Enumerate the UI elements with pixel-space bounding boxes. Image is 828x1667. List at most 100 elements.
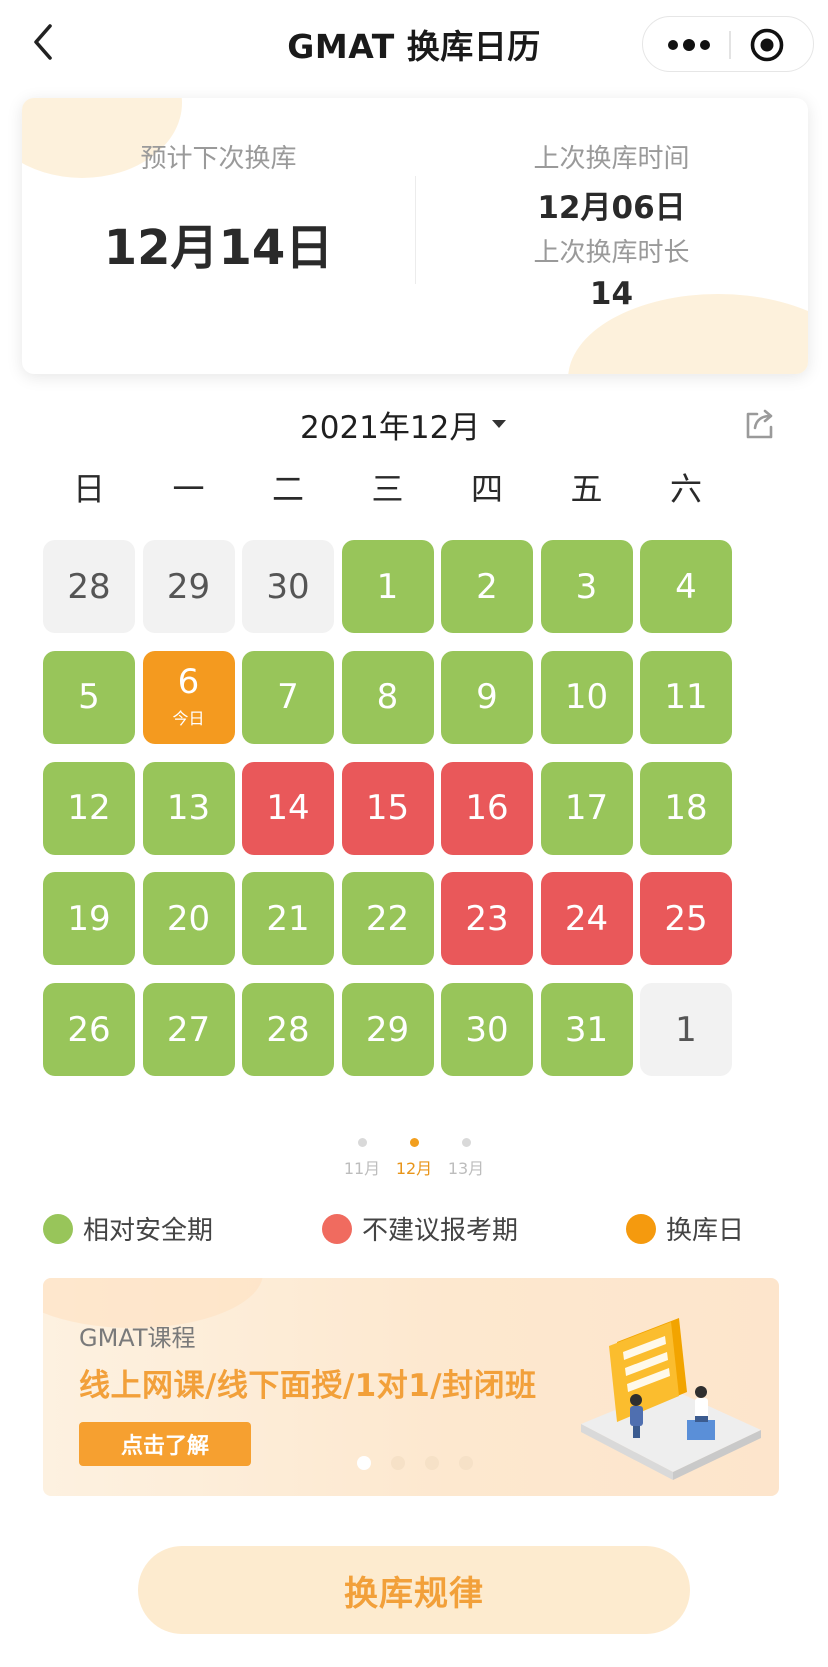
- capsule-menu: [642, 16, 814, 72]
- change-rules-button[interactable]: 换库规律: [138, 1546, 690, 1634]
- day-number: 1: [675, 1009, 697, 1050]
- calendar-day[interactable]: 31: [540, 983, 633, 1077]
- calendar-day[interactable]: 5: [43, 650, 135, 744]
- pager-label: 12月: [395, 1159, 433, 1178]
- day-number: 28: [266, 1009, 310, 1050]
- day-number: 17: [564, 788, 609, 829]
- day-number: 10: [564, 677, 609, 718]
- day-number: 30: [266, 566, 310, 607]
- day-number: 7: [277, 677, 299, 718]
- day-number: 31: [564, 1009, 609, 1050]
- calendar-day[interactable]: 18: [640, 761, 732, 855]
- weekday-header: 日 一 二 三 四 五 六: [43, 464, 779, 512]
- target-circle-icon: [750, 28, 784, 62]
- pager-item-prev[interactable]: 11月: [336, 1138, 388, 1179]
- month-label: 2021年12月: [300, 409, 481, 446]
- pager-label: 13月: [447, 1159, 485, 1178]
- calendar-day[interactable]: 2: [441, 540, 533, 633]
- banner-dot[interactable]: [459, 1456, 473, 1470]
- legend-swatch-red: [322, 1213, 352, 1244]
- calendar-day[interactable]: 12: [43, 761, 135, 855]
- calendar-day[interactable]: 22: [341, 872, 434, 966]
- calendar-day[interactable]: 9: [441, 650, 533, 744]
- more-button[interactable]: [643, 17, 729, 73]
- month-picker[interactable]: 2021年12月: [300, 402, 507, 446]
- calendar-day[interactable]: 4: [640, 540, 732, 633]
- weekday-label: 五: [570, 470, 603, 508]
- calendar-day[interactable]: 21: [242, 872, 334, 966]
- last-change-duration-label: 上次换库时长: [533, 238, 690, 268]
- calendar-day[interactable]: 3: [540, 540, 633, 633]
- share-button[interactable]: [742, 406, 778, 442]
- legend-item-avoid: 不建议报考期: [322, 1210, 518, 1247]
- calendar-day[interactable]: 7: [242, 650, 334, 744]
- calendar-day[interactable]: 29: [341, 983, 434, 1077]
- banner-title: 线上网课/线下面授/1对1/封闭班: [79, 1368, 537, 1404]
- learn-more-button[interactable]: 点击了解: [79, 1422, 251, 1466]
- day-number: 21: [266, 898, 310, 939]
- classroom-illustration: [581, 1318, 761, 1480]
- calendar-day[interactable]: 8: [341, 650, 434, 744]
- day-number: 6: [177, 662, 200, 703]
- pager-dot: [357, 1138, 367, 1147]
- pager-dot: [409, 1138, 419, 1147]
- calendar-day[interactable]: 20: [142, 872, 235, 966]
- caret-down-icon: [492, 420, 507, 428]
- calendar-day[interactable]: 25: [640, 872, 732, 966]
- legend-swatch-green: [43, 1213, 73, 1244]
- day-number: 23: [465, 898, 509, 939]
- calendar-day[interactable]: 13: [142, 761, 235, 855]
- day-number: 27: [166, 1009, 211, 1050]
- last-change-duration-value: 14: [589, 276, 634, 312]
- legend-item-safe: 相对安全期: [43, 1210, 213, 1247]
- day-number: 13: [166, 788, 211, 829]
- course-banner[interactable]: GMAT课程 线上网课/线下面授/1对1/封闭班 点击了解: [43, 1278, 779, 1496]
- day-number: 9: [476, 677, 498, 718]
- legend: 相对安全期 不建议报考期 换库日: [43, 1210, 783, 1250]
- day-number: 15: [365, 788, 410, 829]
- banner-dot-active[interactable]: [357, 1456, 371, 1470]
- calendar-day[interactable]: 28: [43, 540, 135, 633]
- calendar-day[interactable]: 11: [640, 650, 732, 744]
- month-pager: 11月 12月 13月: [336, 1138, 492, 1184]
- calendar-day[interactable]: 10: [540, 650, 633, 744]
- banner-dot[interactable]: [425, 1456, 439, 1470]
- navigation-bar: GMAT 换库日历: [0, 0, 828, 88]
- calendar-day[interactable]: 16: [441, 761, 533, 855]
- calendar-day-today[interactable]: 6 今日: [142, 650, 235, 744]
- banner-subtitle: GMAT课程: [79, 1324, 196, 1352]
- day-number: 12: [67, 788, 111, 829]
- legend-label: 换库日: [666, 1216, 745, 1246]
- more-dots-icon: [668, 39, 710, 51]
- legend-item-change: 换库日: [626, 1210, 744, 1247]
- calendar-day[interactable]: 26: [43, 983, 135, 1077]
- calendar-day[interactable]: 23: [441, 872, 533, 966]
- weekday-label: 日: [72, 470, 105, 508]
- day-number: 29: [166, 566, 211, 607]
- day-number: 18: [664, 788, 708, 829]
- day-number: 22: [365, 898, 410, 939]
- calendar-day[interactable]: 24: [540, 872, 633, 966]
- next-change-label: 预计下次换库: [140, 144, 297, 174]
- banner-dot[interactable]: [391, 1456, 405, 1470]
- calendar-day[interactable]: 14: [242, 761, 334, 855]
- day-number: 26: [67, 1009, 111, 1050]
- pager-item-next[interactable]: 13月: [440, 1138, 492, 1179]
- calendar-day[interactable]: 29: [142, 540, 235, 633]
- banner-pagination: [357, 1456, 493, 1470]
- summary-card: 预计下次换库 12月14日 上次换库时间 12月06日 上次换库时长 14: [22, 98, 808, 374]
- next-change-date: 12月14日: [103, 220, 334, 276]
- day-number: 14: [266, 788, 310, 829]
- calendar-day[interactable]: 15: [341, 761, 434, 855]
- calendar-day[interactable]: 19: [43, 872, 135, 966]
- calendar-day[interactable]: 17: [540, 761, 633, 855]
- calendar-day[interactable]: 30: [441, 983, 533, 1077]
- pager-item-current[interactable]: 12月: [388, 1138, 440, 1179]
- day-number: 5: [78, 677, 100, 718]
- calendar-day[interactable]: 28: [242, 983, 334, 1077]
- calendar-day[interactable]: 30: [242, 540, 334, 633]
- close-miniprogram-button[interactable]: [731, 17, 815, 73]
- calendar-day[interactable]: 1: [341, 540, 434, 633]
- calendar-day[interactable]: 1: [640, 983, 732, 1077]
- calendar-day[interactable]: 27: [142, 983, 235, 1077]
